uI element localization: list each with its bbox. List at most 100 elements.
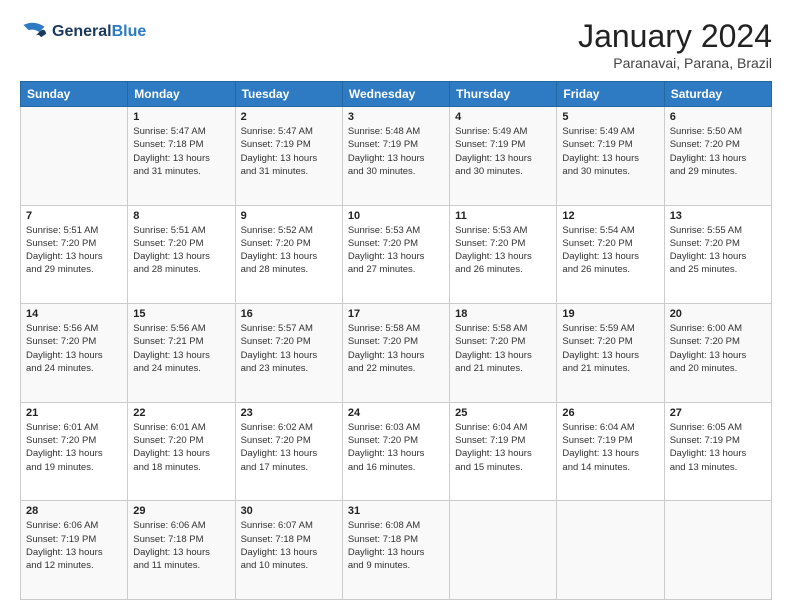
day-info: Sunrise: 5:47 AM Sunset: 7:18 PM Dayligh…: [133, 125, 229, 178]
weekday-monday: Monday: [128, 82, 235, 107]
weekday-row: SundayMondayTuesdayWednesdayThursdayFrid…: [21, 82, 772, 107]
calendar-table: SundayMondayTuesdayWednesdayThursdayFrid…: [20, 81, 772, 600]
main-title: January 2024: [578, 18, 772, 55]
table-row: 19 Sunrise: 5:59 AM Sunset: 7:20 PM Dayli…: [557, 304, 664, 403]
day-info: Sunrise: 6:04 AM Sunset: 7:19 PM Dayligh…: [562, 421, 658, 474]
day-info: Sunrise: 5:58 AM Sunset: 7:20 PM Dayligh…: [455, 322, 551, 375]
day-number: 19: [562, 308, 658, 320]
day-number: 13: [670, 210, 766, 222]
calendar-header: SundayMondayTuesdayWednesdayThursdayFrid…: [21, 82, 772, 107]
day-number: 29: [133, 505, 229, 517]
day-info: Sunrise: 5:50 AM Sunset: 7:20 PM Dayligh…: [670, 125, 766, 178]
day-number: 9: [241, 210, 337, 222]
table-row: 10Sunrise: 5:53 AM Sunset: 7:20 PM Dayli…: [342, 205, 449, 304]
day-number: 3: [348, 111, 444, 123]
day-info: Sunrise: 6:02 AM Sunset: 7:20 PM Dayligh…: [241, 421, 337, 474]
table-row: [450, 501, 557, 600]
day-info: Sunrise: 6:01 AM Sunset: 7:20 PM Dayligh…: [133, 421, 229, 474]
table-row: 1 Sunrise: 5:47 AM Sunset: 7:18 PM Daylig…: [128, 107, 235, 206]
day-info: Sunrise: 5:58 AM Sunset: 7:20 PM Dayligh…: [348, 322, 444, 375]
table-row: [21, 107, 128, 206]
day-number: 7: [26, 210, 122, 222]
week-row-3: 14Sunrise: 5:56 AM Sunset: 7:20 PM Dayli…: [21, 304, 772, 403]
table-row: 30 Sunrise: 6:07 AM Sunset: 7:18 PM Dayli…: [235, 501, 342, 600]
page: GeneralBlue January 2024 Paranavai, Para…: [0, 0, 792, 612]
table-row: 31Sunrise: 6:08 AM Sunset: 7:18 PM Dayli…: [342, 501, 449, 600]
day-number: 28: [26, 505, 122, 517]
day-number: 18: [455, 308, 551, 320]
table-row: 17 Sunrise: 5:58 AM Sunset: 7:20 PM Dayli…: [342, 304, 449, 403]
day-number: 17: [348, 308, 444, 320]
day-number: 31: [348, 505, 444, 517]
day-number: 22: [133, 407, 229, 419]
day-info: Sunrise: 6:01 AM Sunset: 7:20 PM Dayligh…: [26, 421, 122, 474]
table-row: 16 Sunrise: 5:57 AM Sunset: 7:20 PM Dayli…: [235, 304, 342, 403]
table-row: 2 Sunrise: 5:47 AM Sunset: 7:19 PM Daylig…: [235, 107, 342, 206]
day-info: Sunrise: 5:56 AM Sunset: 7:21 PM Dayligh…: [133, 322, 229, 375]
day-number: 30: [241, 505, 337, 517]
day-info: Sunrise: 6:04 AM Sunset: 7:19 PM Dayligh…: [455, 421, 551, 474]
weekday-thursday: Thursday: [450, 82, 557, 107]
day-number: 21: [26, 407, 122, 419]
day-number: 1: [133, 111, 229, 123]
day-info: Sunrise: 5:59 AM Sunset: 7:20 PM Dayligh…: [562, 322, 658, 375]
table-row: 18 Sunrise: 5:58 AM Sunset: 7:20 PM Dayli…: [450, 304, 557, 403]
day-number: 15: [133, 308, 229, 320]
day-number: 25: [455, 407, 551, 419]
day-info: Sunrise: 5:57 AM Sunset: 7:20 PM Dayligh…: [241, 322, 337, 375]
table-row: 21 Sunrise: 6:01 AM Sunset: 7:20 PM Dayli…: [21, 402, 128, 501]
table-row: 6 Sunrise: 5:50 AM Sunset: 7:20 PM Daylig…: [664, 107, 771, 206]
table-row: [557, 501, 664, 600]
day-number: 24: [348, 407, 444, 419]
calendar-body: 1 Sunrise: 5:47 AM Sunset: 7:18 PM Daylig…: [21, 107, 772, 600]
day-info: Sunrise: 6:07 AM Sunset: 7:18 PM Dayligh…: [241, 519, 337, 572]
table-row: 24Sunrise: 6:03 AM Sunset: 7:20 PM Dayli…: [342, 402, 449, 501]
table-row: 15 Sunrise: 5:56 AM Sunset: 7:21 PM Dayli…: [128, 304, 235, 403]
table-row: 22 Sunrise: 6:01 AM Sunset: 7:20 PM Dayli…: [128, 402, 235, 501]
logo-icon: [20, 18, 48, 46]
logo: GeneralBlue: [20, 18, 146, 46]
table-row: 8Sunrise: 5:51 AM Sunset: 7:20 PM Daylig…: [128, 205, 235, 304]
day-number: 23: [241, 407, 337, 419]
day-info: Sunrise: 6:06 AM Sunset: 7:18 PM Dayligh…: [133, 519, 229, 572]
weekday-sunday: Sunday: [21, 82, 128, 107]
day-info: Sunrise: 5:53 AM Sunset: 7:20 PM Dayligh…: [455, 224, 551, 277]
day-number: 11: [455, 210, 551, 222]
table-row: 14Sunrise: 5:56 AM Sunset: 7:20 PM Dayli…: [21, 304, 128, 403]
day-info: Sunrise: 5:54 AM Sunset: 7:20 PM Dayligh…: [562, 224, 658, 277]
week-row-1: 1 Sunrise: 5:47 AM Sunset: 7:18 PM Daylig…: [21, 107, 772, 206]
day-info: Sunrise: 6:06 AM Sunset: 7:19 PM Dayligh…: [26, 519, 122, 572]
weekday-friday: Friday: [557, 82, 664, 107]
day-number: 27: [670, 407, 766, 419]
week-row-2: 7 Sunrise: 5:51 AM Sunset: 7:20 PM Daylig…: [21, 205, 772, 304]
day-info: Sunrise: 6:05 AM Sunset: 7:19 PM Dayligh…: [670, 421, 766, 474]
table-row: 9 Sunrise: 5:52 AM Sunset: 7:20 PM Daylig…: [235, 205, 342, 304]
table-row: 25 Sunrise: 6:04 AM Sunset: 7:19 PM Dayli…: [450, 402, 557, 501]
day-number: 6: [670, 111, 766, 123]
day-number: 16: [241, 308, 337, 320]
day-number: 20: [670, 308, 766, 320]
weekday-wednesday: Wednesday: [342, 82, 449, 107]
day-info: Sunrise: 5:48 AM Sunset: 7:19 PM Dayligh…: [348, 125, 444, 178]
day-number: 2: [241, 111, 337, 123]
table-row: 29 Sunrise: 6:06 AM Sunset: 7:18 PM Dayli…: [128, 501, 235, 600]
table-row: 5Sunrise: 5:49 AM Sunset: 7:19 PM Daylig…: [557, 107, 664, 206]
day-number: 26: [562, 407, 658, 419]
day-number: 12: [562, 210, 658, 222]
day-number: 14: [26, 308, 122, 320]
table-row: 20Sunrise: 6:00 AM Sunset: 7:20 PM Dayli…: [664, 304, 771, 403]
logo-text: GeneralBlue: [52, 23, 146, 41]
table-row: 7 Sunrise: 5:51 AM Sunset: 7:20 PM Daylig…: [21, 205, 128, 304]
table-row: 13 Sunrise: 5:55 AM Sunset: 7:20 PM Dayli…: [664, 205, 771, 304]
day-info: Sunrise: 5:47 AM Sunset: 7:19 PM Dayligh…: [241, 125, 337, 178]
table-row: [664, 501, 771, 600]
table-row: 4Sunrise: 5:49 AM Sunset: 7:19 PM Daylig…: [450, 107, 557, 206]
table-row: 27 Sunrise: 6:05 AM Sunset: 7:19 PM Dayli…: [664, 402, 771, 501]
table-row: 11 Sunrise: 5:53 AM Sunset: 7:20 PM Dayli…: [450, 205, 557, 304]
table-row: 28 Sunrise: 6:06 AM Sunset: 7:19 PM Dayli…: [21, 501, 128, 600]
day-info: Sunrise: 5:55 AM Sunset: 7:20 PM Dayligh…: [670, 224, 766, 277]
table-row: 12 Sunrise: 5:54 AM Sunset: 7:20 PM Dayli…: [557, 205, 664, 304]
day-info: Sunrise: 5:52 AM Sunset: 7:20 PM Dayligh…: [241, 224, 337, 277]
weekday-saturday: Saturday: [664, 82, 771, 107]
day-info: Sunrise: 5:51 AM Sunset: 7:20 PM Dayligh…: [26, 224, 122, 277]
